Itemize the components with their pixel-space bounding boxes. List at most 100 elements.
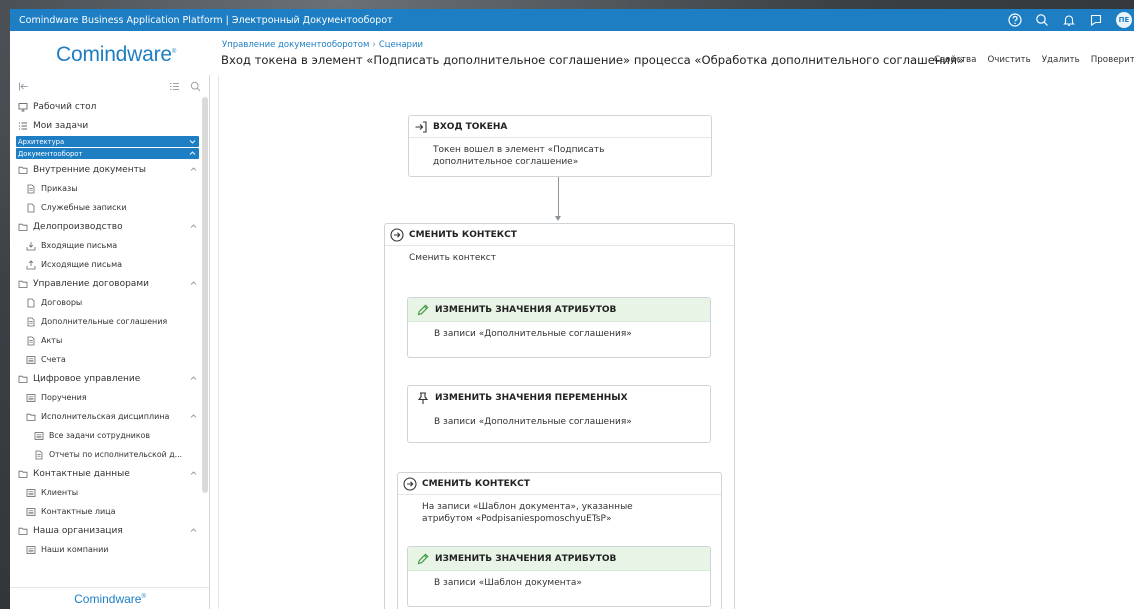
chevron-up-icon[interactable] xyxy=(190,166,197,173)
folder-icon xyxy=(26,412,36,422)
node-description: Сменить контекст xyxy=(409,253,496,263)
sidebar-group[interactable]: Внутренние документы xyxy=(10,160,209,179)
sidebar-item[interactable]: Дополнительные соглашения xyxy=(10,312,209,331)
chevron-up-icon[interactable] xyxy=(190,470,197,477)
sidebar-item-label: Все задачи сотрудников xyxy=(49,431,150,440)
folder-icon xyxy=(18,526,28,536)
page-title: Вход токена в элемент «Подписать дополни… xyxy=(221,53,965,67)
change-attributes-node[interactable]: ИЗМЕНИТЬ ЗНАЧЕНИЯ АТРИБУТОВ В записи «Ша… xyxy=(407,546,711,607)
chevron-up-icon[interactable] xyxy=(190,280,197,287)
sidebar-item[interactable]: Договоры xyxy=(10,293,209,312)
bell-icon[interactable] xyxy=(1062,13,1076,27)
search-icon[interactable] xyxy=(1035,13,1049,27)
breadcrumb: Управление документооборотом › Сценарии xyxy=(222,40,423,50)
token-enter-icon xyxy=(415,120,427,133)
sidebar-item[interactable]: Служебные записки xyxy=(10,198,209,217)
table-icon xyxy=(26,393,36,403)
sidebar-item[interactable]: Наши компании xyxy=(10,540,209,559)
chevron-down-icon xyxy=(189,138,196,145)
comindware-logo[interactable]: Comindware® xyxy=(56,43,176,67)
node-header: СМЕНИТЬ КОНТЕКСТ xyxy=(398,473,721,495)
chevron-up-icon xyxy=(189,150,196,157)
sidebar-section-architecture[interactable]: Архитектура xyxy=(16,136,199,147)
node-description: В записи «Шаблон документа» xyxy=(434,578,582,588)
sidebar-item[interactable]: Контактные лица xyxy=(10,502,209,521)
sidebar-item-desktop[interactable]: Рабочий стол xyxy=(10,97,209,116)
sidebar-item-label: Входящие письма xyxy=(41,241,118,250)
document-icon xyxy=(26,317,36,327)
chevron-up-icon[interactable] xyxy=(190,223,197,230)
table-icon xyxy=(26,507,36,517)
chevron-up-icon[interactable] xyxy=(190,413,197,420)
flag-icon[interactable] xyxy=(1089,13,1103,27)
app-window: Comindware® Управление документооборотом… xyxy=(10,31,1134,609)
connector-arrow xyxy=(555,216,561,221)
change-attributes-node[interactable]: ИЗМЕНИТЬ ЗНАЧЕНИЯ АТРИБУТОВ В записи «До… xyxy=(407,297,711,358)
sidebar-toolbar xyxy=(10,75,209,97)
sidebar-item[interactable]: Отчеты по исполнительской д... xyxy=(10,445,209,464)
properties-button[interactable]: Свойства xyxy=(934,55,976,65)
comindware-footer-logo: Comindware® xyxy=(74,591,146,606)
inbox-icon xyxy=(26,241,36,251)
user-avatar[interactable]: ПЕ xyxy=(1116,12,1132,28)
connector-line xyxy=(558,177,559,217)
collapse-sidebar-icon[interactable] xyxy=(18,81,29,92)
pin-icon xyxy=(417,392,429,404)
sidebar-group[interactable]: Управление договорами xyxy=(10,274,209,293)
sidebar-item-my-tasks[interactable]: Мои задачи xyxy=(10,116,209,135)
sidebar-item[interactable]: Исполнительская дисциплина xyxy=(10,407,209,426)
sidebar-item[interactable]: Счета xyxy=(10,350,209,369)
sidebar-item-label: Исходящие письма xyxy=(41,260,123,269)
chevron-up-icon[interactable] xyxy=(190,375,197,382)
change-variables-node[interactable]: ИЗМЕНИТЬ ЗНАЧЕНИЯ ПЕРЕМЕННЫХ В записи «Д… xyxy=(407,385,711,443)
sidebar-item[interactable]: Приказы xyxy=(10,179,209,198)
document-icon xyxy=(26,184,36,194)
sidebar-item[interactable]: Исходящие письма xyxy=(10,255,209,274)
navigation-sidebar: Рабочий стол Мои задачи Архитектура Доку… xyxy=(10,75,210,609)
node-header: ИЗМЕНИТЬ ЗНАЧЕНИЯ АТРИБУТОВ xyxy=(408,547,710,571)
folder-icon xyxy=(18,222,28,232)
folder-icon xyxy=(18,374,28,384)
chevron-up-icon[interactable] xyxy=(190,527,197,534)
table-icon xyxy=(26,545,36,555)
node-header: ВХОД ТОКЕНА xyxy=(409,116,711,138)
token-entry-node[interactable]: ВХОД ТОКЕНА Токен вошел в элемент «Подпи… xyxy=(408,115,712,177)
sidebar-item[interactable]: Поручения xyxy=(10,388,209,407)
list-view-icon[interactable] xyxy=(169,81,180,92)
sidebar-item-label: Контактные данные xyxy=(33,468,130,479)
sidebar-search-icon[interactable] xyxy=(190,81,201,92)
pencil-icon xyxy=(417,553,429,564)
sidebar-footer: Comindware® xyxy=(10,587,209,609)
sidebar-item[interactable]: Все задачи сотрудников xyxy=(10,426,209,445)
node-description: Токен вошел в элемент «Подписать дополни… xyxy=(433,145,605,167)
sidebar-item-label: Поручения xyxy=(41,393,87,402)
sidebar-item-label: Управление договорами xyxy=(33,278,149,289)
breadcrumb-item[interactable]: Сценарии xyxy=(379,40,423,50)
help-icon[interactable] xyxy=(1008,13,1022,27)
sidebar-group[interactable]: Наша организация xyxy=(10,521,209,540)
sidebar-item-label: Дополнительные соглашения xyxy=(41,317,168,326)
sidebar-item-label: Договоры xyxy=(41,298,83,307)
sidebar-item[interactable]: Входящие письма xyxy=(10,236,209,255)
sidebar-group[interactable]: Цифровое управление xyxy=(10,369,209,388)
scenario-canvas[interactable]: ВХОД ТОКЕНА Токен вошел в элемент «Подпи… xyxy=(218,75,1134,609)
page-header: Comindware® Управление документооборотом… xyxy=(10,31,1134,75)
delete-button[interactable]: Удалить xyxy=(1042,55,1080,65)
sidebar-section-document-flow[interactable]: Документооборот xyxy=(16,148,199,159)
breadcrumb-item[interactable]: Управление документооборотом xyxy=(222,40,369,50)
sidebar-item-label: Контактные лица xyxy=(41,507,116,516)
sidebar-item[interactable]: Клиенты xyxy=(10,483,209,502)
validate-button[interactable]: Проверить xyxy=(1091,55,1134,65)
sidebar-item[interactable]: Акты xyxy=(10,331,209,350)
sidebar-group[interactable]: Делопроизводство xyxy=(10,217,209,236)
node-description: В записи «Дополнительные соглашения» xyxy=(434,329,632,339)
sidebar-item-label: Приказы xyxy=(41,184,78,193)
sidebar-group[interactable]: Контактные данные xyxy=(10,464,209,483)
sidebar-scrollbar[interactable] xyxy=(202,97,208,493)
pencil-icon xyxy=(417,304,429,315)
sidebar-tree: Внутренние документы Приказы Служебные зап… xyxy=(10,160,209,559)
clear-button[interactable]: Очистить xyxy=(987,55,1030,65)
table-icon xyxy=(26,488,36,498)
sidebar-item-label: Делопроизводство xyxy=(33,221,123,232)
sidebar-item-label: Цифровое управление xyxy=(33,373,141,384)
